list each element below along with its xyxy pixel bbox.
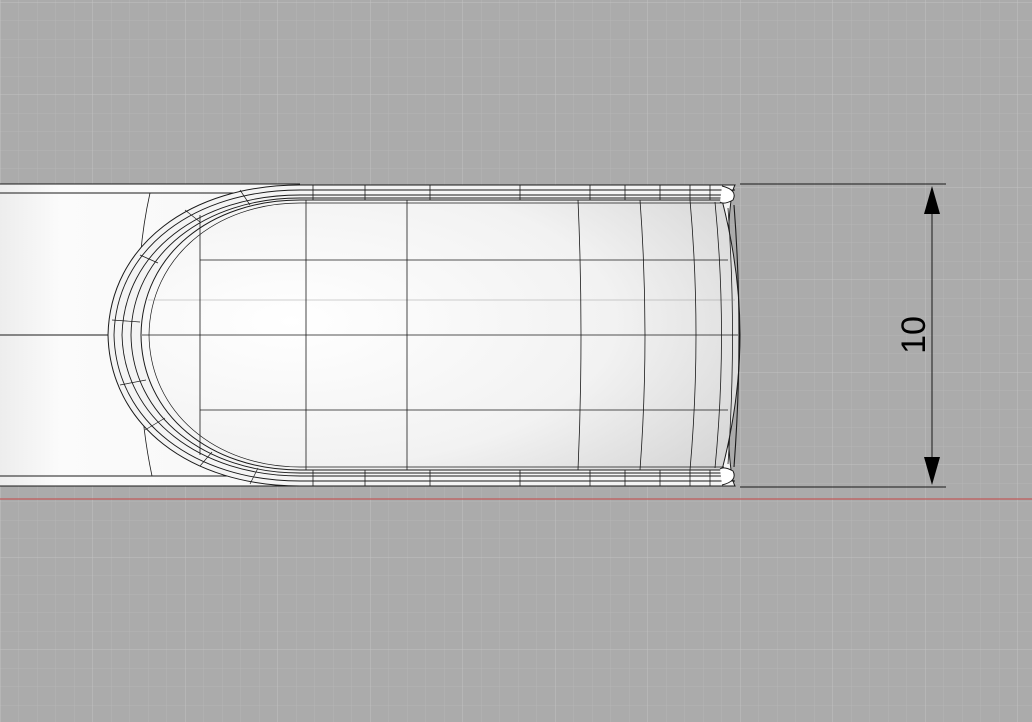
wireframe-model[interactable] xyxy=(0,183,741,487)
viewport-3d[interactable]: 10 xyxy=(0,0,1032,722)
dimension-value: 10 xyxy=(895,316,933,354)
